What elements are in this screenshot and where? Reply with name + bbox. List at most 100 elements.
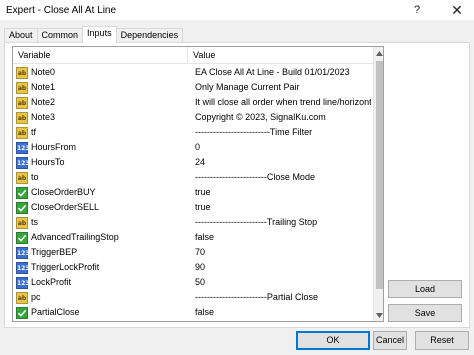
string-type-icon: ab: [16, 66, 28, 79]
variable-cell: PartialClose: [13, 305, 188, 320]
table-row[interactable]: ab Note1 Only Manage Current Pair: [13, 80, 373, 95]
close-button[interactable]: ✕: [440, 0, 474, 20]
table-row[interactable]: CloseOrderBUY true: [13, 185, 373, 200]
variable-name: to: [31, 172, 39, 182]
table-row[interactable]: ab tf -------------------------Time Filter: [13, 125, 373, 140]
tab-about[interactable]: About: [4, 28, 38, 43]
column-header-value[interactable]: Value: [188, 47, 373, 64]
table-row[interactable]: ab to ------------------------Close Mode: [13, 170, 373, 185]
variable-name: Note2: [31, 97, 56, 107]
variable-cell: 123 TriggerBEP: [13, 245, 188, 260]
variable-name: CloseOrderBUY: [31, 187, 96, 197]
tab-common[interactable]: Common: [36, 28, 84, 43]
variable-name: TriggerLockProfit: [31, 262, 100, 272]
integer-type-icon: 123: [16, 141, 30, 154]
scroll-up-icon[interactable]: [374, 47, 383, 59]
load-button[interactable]: Load: [388, 280, 462, 298]
integer-type-icon: 123: [16, 246, 30, 259]
variable-cell: 123 LockProfit: [13, 275, 188, 290]
variable-name: Note3: [31, 112, 56, 122]
variable-cell: ab Note2: [13, 95, 188, 110]
value-cell[interactable]: ------------------------Trailing Stop: [195, 215, 371, 230]
string-type-icon: ab: [16, 216, 28, 229]
table-header: Variable Value: [13, 47, 373, 64]
variable-cell: ab to: [13, 170, 188, 185]
tab-dependencies[interactable]: Dependencies: [115, 28, 184, 43]
variable-name: Note1: [31, 82, 56, 92]
value-cell[interactable]: 90: [195, 260, 371, 275]
title-bar: Expert - Close All At Line ? ✕: [0, 0, 474, 20]
cancel-button[interactable]: Cancel: [373, 331, 407, 350]
table-row[interactable]: 123 LockProfit 50: [13, 275, 373, 290]
table-row[interactable]: ab Note0 EA Close All At Line - Build 01/0…: [13, 65, 373, 80]
table-row[interactable]: 123 TriggerBEP 70: [13, 245, 373, 260]
boolean-type-icon: [16, 231, 28, 244]
variable-cell: 123 HoursTo: [13, 155, 188, 170]
scrollbar-thumb[interactable]: [376, 61, 383, 289]
integer-type-icon: 123: [16, 156, 30, 169]
string-type-icon: ab: [16, 291, 28, 304]
value-cell[interactable]: ------------------------Close Mode: [195, 170, 371, 185]
value-cell[interactable]: 0: [195, 140, 371, 155]
table-row[interactable]: 123 HoursFrom 0: [13, 140, 373, 155]
string-type-icon: ab: [16, 81, 28, 94]
value-cell[interactable]: It will close all order when trend line/…: [195, 95, 371, 110]
integer-type-icon: 123: [16, 261, 30, 274]
table-row[interactable]: CloseOrderSELL true: [13, 200, 373, 215]
variable-cell: ab Note1: [13, 80, 188, 95]
inputs-table: Variable Value ab Note0 EA Close All At Li…: [12, 46, 384, 322]
value-cell[interactable]: true: [195, 185, 371, 200]
value-cell[interactable]: false: [195, 305, 371, 320]
variable-cell: 123 TriggerLockProfit: [13, 260, 188, 275]
scroll-down-icon[interactable]: [374, 309, 383, 321]
variable-name: pc: [31, 292, 41, 302]
variable-name: CloseOrderSELL: [31, 202, 100, 212]
string-type-icon: ab: [16, 126, 28, 139]
variable-cell: AdvancedTrailingStop: [13, 230, 188, 245]
reset-button[interactable]: Reset: [415, 331, 469, 350]
variable-name: HoursTo: [31, 157, 65, 167]
table-row[interactable]: 123 HoursTo 24: [13, 155, 373, 170]
value-cell[interactable]: EA Close All At Line - Build 01/01/2023: [195, 65, 371, 80]
vertical-scrollbar[interactable]: [373, 47, 383, 321]
value-cell[interactable]: Only Manage Current Pair: [195, 80, 371, 95]
variable-name: AdvancedTrailingStop: [31, 232, 119, 242]
variable-cell: ab ts: [13, 215, 188, 230]
variable-name: PartialClose: [31, 307, 80, 317]
string-type-icon: ab: [16, 171, 28, 184]
integer-type-icon: 123: [16, 276, 30, 289]
variable-name: ts: [31, 217, 39, 227]
table-row[interactable]: AdvancedTrailingStop false: [13, 230, 373, 245]
table-row[interactable]: ab Note2 It will close all order when tren…: [13, 95, 373, 110]
variable-cell: ab Note3: [13, 110, 188, 125]
boolean-type-icon: [16, 186, 28, 199]
variable-name: TriggerBEP: [31, 247, 78, 257]
value-cell[interactable]: -------------------------Time Filter: [195, 125, 371, 140]
boolean-type-icon: [16, 201, 28, 214]
variable-cell: 123 HoursFrom: [13, 140, 188, 155]
tab-inputs[interactable]: Inputs: [82, 26, 117, 43]
table-row[interactable]: ab Note3 Copyright © 2023, SignalKu.com: [13, 110, 373, 125]
help-button[interactable]: ?: [404, 2, 430, 18]
boolean-type-icon: [16, 306, 28, 319]
window-title: Expert - Close All At Line: [6, 4, 117, 16]
save-button[interactable]: Save: [388, 304, 462, 322]
value-cell[interactable]: 70: [195, 245, 371, 260]
value-cell[interactable]: 24: [195, 155, 371, 170]
column-header-variable[interactable]: Variable: [13, 47, 188, 64]
table-row[interactable]: PartialClose false: [13, 305, 373, 320]
value-cell[interactable]: false: [195, 230, 371, 245]
variable-name: HoursFrom: [31, 142, 77, 152]
value-cell[interactable]: 50: [195, 275, 371, 290]
variable-cell: ab Note0: [13, 65, 188, 80]
table-row[interactable]: ab pc ------------------------Partial Clos…: [13, 290, 373, 305]
variable-cell: ab tf: [13, 125, 188, 140]
ok-button[interactable]: OK: [296, 331, 370, 350]
variable-cell: ab pc: [13, 290, 188, 305]
value-cell[interactable]: Copyright © 2023, SignalKu.com: [195, 110, 371, 125]
table-row[interactable]: ab ts ------------------------Trailing Sto…: [13, 215, 373, 230]
value-cell[interactable]: ------------------------Partial Close: [195, 290, 371, 305]
value-cell[interactable]: true: [195, 200, 371, 215]
variable-name: Note0: [31, 67, 56, 77]
table-row[interactable]: 123 TriggerLockProfit 90: [13, 260, 373, 275]
